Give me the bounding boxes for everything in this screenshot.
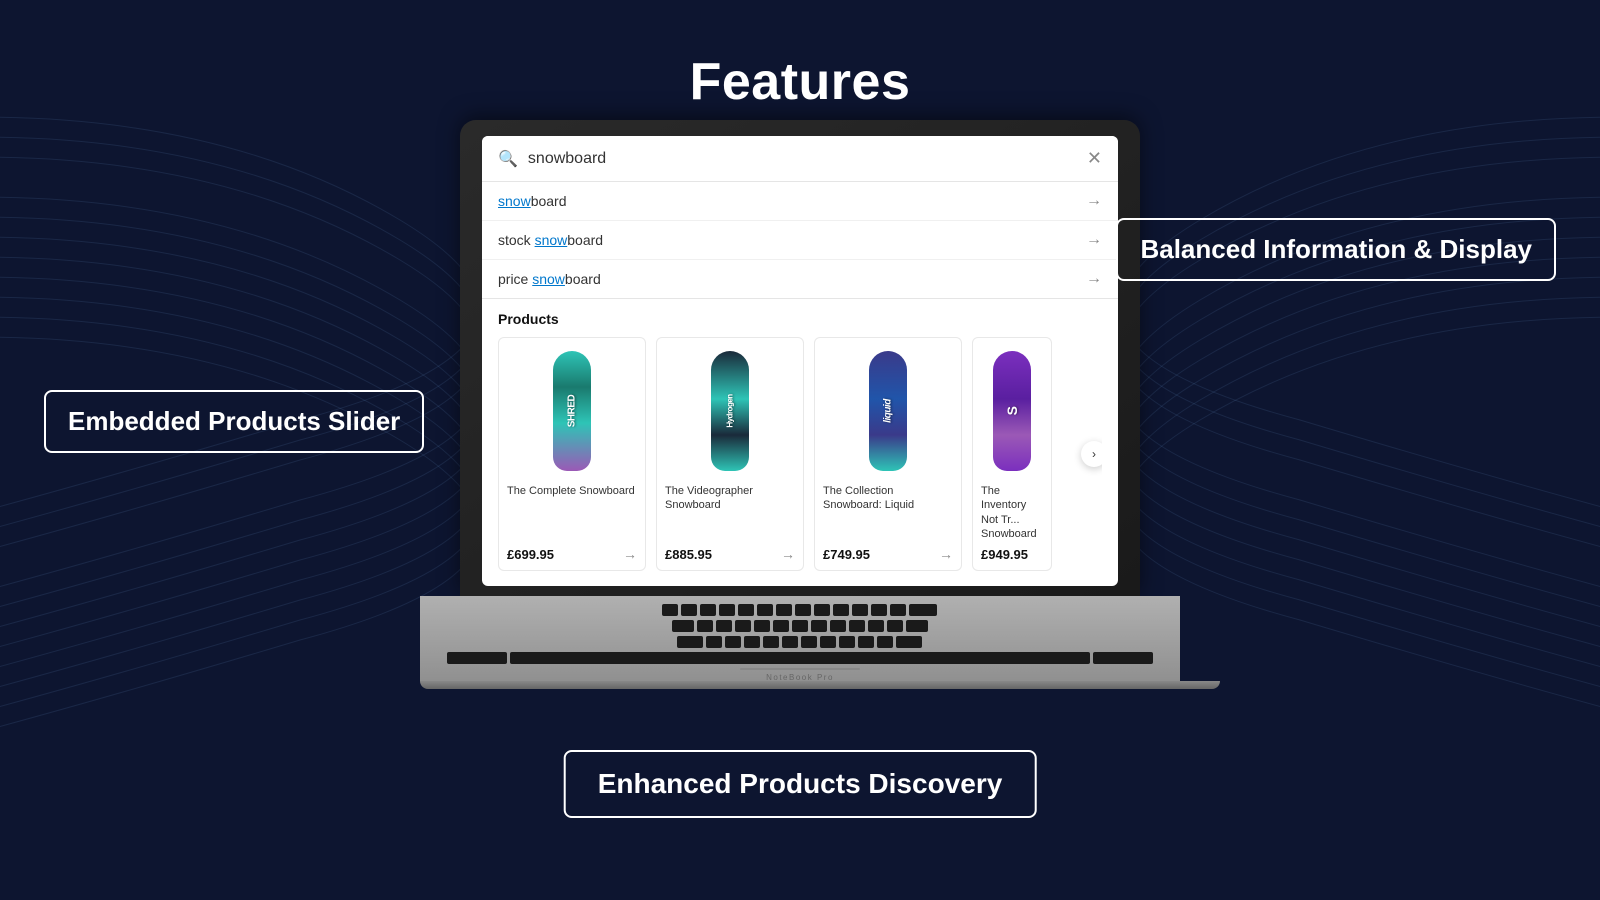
price-arrow-icon: → xyxy=(939,546,953,562)
slider-next-button[interactable]: › xyxy=(1081,441,1102,467)
suggestions-list: snowboard → stock snowboard → price snow… xyxy=(482,182,1118,299)
product-image: Hydrogen xyxy=(665,346,795,476)
laptop-bezel: 🔍 ✕ snowboard → stock snowboard → xyxy=(460,120,1140,596)
product-price: £885.95 xyxy=(665,547,712,562)
search-bar[interactable]: 🔍 ✕ xyxy=(482,136,1118,182)
price-arrow-icon: → xyxy=(623,546,637,562)
embedded-products-slider-label: Embedded Products Slider xyxy=(44,390,424,453)
product-price-row: £949.95 xyxy=(981,547,1043,562)
keyboard-keys xyxy=(447,604,1154,664)
product-price: £949.95 xyxy=(981,547,1028,562)
product-name: The Videographer Snowboard xyxy=(665,484,795,540)
snowboard-image: liquid xyxy=(869,351,907,471)
product-price: £699.95 xyxy=(507,547,554,562)
search-ui: 🔍 ✕ snowboard → stock snowboard → xyxy=(482,136,1118,586)
balanced-information-label: Balanced Information & Display xyxy=(1116,218,1556,281)
suggestion-item[interactable]: snowboard → xyxy=(482,182,1118,221)
product-image: S xyxy=(981,346,1043,476)
suggestion-text: stock snowboard xyxy=(498,232,603,248)
laptop-screen-wrapper: 🔍 ✕ snowboard → stock snowboard → xyxy=(460,120,1140,689)
product-image: SHRED xyxy=(507,346,637,476)
laptop-trackpad xyxy=(740,668,860,670)
product-card[interactable]: Hydrogen The Videographer Snowboard £885… xyxy=(656,337,804,571)
product-price-row: £885.95 → xyxy=(665,546,795,562)
suggestion-text: snowboard xyxy=(498,193,567,209)
suggestion-item[interactable]: stock snowboard → xyxy=(482,221,1118,260)
products-grid: SHRED The Complete Snowboard £699.95 → xyxy=(498,337,1102,571)
search-icon: 🔍 xyxy=(498,149,518,169)
suggestion-arrow: → xyxy=(1086,192,1102,210)
search-input[interactable] xyxy=(528,150,1087,168)
product-card[interactable]: liquid The Collection Snowboard: Liquid … xyxy=(814,337,962,571)
product-name: The Collection Snowboard: Liquid xyxy=(823,484,953,540)
product-name: The Complete Snowboard xyxy=(507,484,637,540)
product-name: The Inventory Not Tr... Snowboard xyxy=(981,484,1043,541)
price-arrow-icon: → xyxy=(781,546,795,562)
laptop-screen: 🔍 ✕ snowboard → stock snowboard → xyxy=(482,136,1118,586)
product-price-row: £699.95 → xyxy=(507,546,637,562)
products-label: Products xyxy=(498,311,1102,327)
snowboard-image: Hydrogen xyxy=(711,351,749,471)
suggestion-item[interactable]: price snowboard → xyxy=(482,260,1118,298)
laptop-mockup: 🔍 ✕ snowboard → stock snowboard → xyxy=(440,120,1160,689)
laptop-keyboard: NoteBook Pro xyxy=(420,596,1180,681)
laptop-foot xyxy=(420,681,1220,689)
product-price: £749.95 xyxy=(823,547,870,562)
close-icon[interactable]: ✕ xyxy=(1087,148,1102,169)
snowboard-image: SHRED xyxy=(553,351,591,471)
products-section: Products SHRED The Complete Snowboar xyxy=(482,299,1118,586)
enhanced-discovery-label: Enhanced Products Discovery xyxy=(564,750,1037,818)
suggestion-text: price snowboard xyxy=(498,271,601,287)
suggestion-arrow: → xyxy=(1086,231,1102,249)
product-image: liquid xyxy=(823,346,953,476)
product-price-row: £749.95 → xyxy=(823,546,953,562)
suggestion-arrow: → xyxy=(1086,270,1102,288)
page-title: Features xyxy=(690,52,911,112)
product-card-partial[interactable]: S The Inventory Not Tr... Snowboard £949… xyxy=(972,337,1052,571)
snowboard-image: S xyxy=(993,351,1031,471)
product-card[interactable]: SHRED The Complete Snowboard £699.95 → xyxy=(498,337,646,571)
